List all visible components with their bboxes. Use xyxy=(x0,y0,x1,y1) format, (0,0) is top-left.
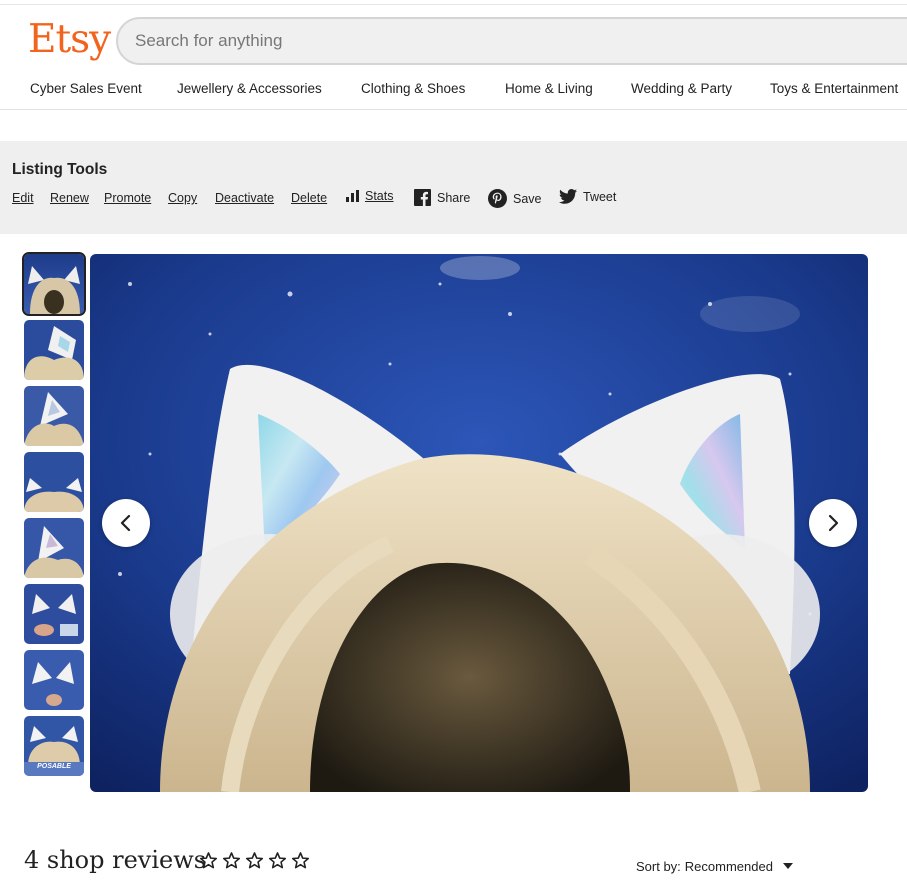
pinterest-icon xyxy=(488,189,507,208)
share-button[interactable]: Share xyxy=(414,189,470,206)
thumbnail-6[interactable] xyxy=(24,584,84,644)
star-empty-icon xyxy=(199,852,218,869)
star-empty-icon xyxy=(291,852,310,869)
nav-item-clothing[interactable]: Clothing & Shoes xyxy=(361,81,465,96)
caret-down-icon xyxy=(782,863,793,869)
thumbnail-7[interactable] xyxy=(24,650,84,710)
thumbnail-8[interactable]: POSABLE xyxy=(24,716,84,776)
nav-item-toys[interactable]: Toys & Entertainment xyxy=(770,81,898,96)
listing-tools-title: Listing Tools xyxy=(12,161,108,178)
next-image-button[interactable] xyxy=(809,499,857,547)
thumbnail-caption: POSABLE xyxy=(37,763,71,770)
thumbnail-5[interactable] xyxy=(24,518,84,578)
stats-label: Stats xyxy=(365,189,394,203)
sort-value: Recommended xyxy=(684,859,773,874)
listing-tools-panel: Listing Tools Edit Renew Promote Copy De… xyxy=(0,141,907,234)
previous-image-button[interactable] xyxy=(102,499,150,547)
thumbnail-4[interactable] xyxy=(24,452,84,512)
tweet-button[interactable]: Tweet xyxy=(559,189,616,204)
nav-item-home-living[interactable]: Home & Living xyxy=(505,81,593,96)
sort-label: Sort by: xyxy=(636,859,681,874)
etsy-logo[interactable]: Etsy xyxy=(28,16,111,64)
thumbnail-3[interactable] xyxy=(24,386,84,446)
star-empty-icon xyxy=(245,852,264,869)
chevron-left-icon xyxy=(120,514,131,532)
search-bar[interactable] xyxy=(116,17,907,65)
chevron-right-icon xyxy=(828,514,839,532)
star-empty-icon xyxy=(222,852,241,869)
tweet-label: Tweet xyxy=(583,189,617,204)
main-product-image[interactable] xyxy=(90,254,868,792)
stats-link[interactable]: Stats xyxy=(346,189,394,203)
thumbnail-1[interactable] xyxy=(22,252,86,316)
rating-stars xyxy=(199,851,310,870)
promote-link[interactable]: Promote xyxy=(104,191,151,205)
twitter-icon xyxy=(559,189,577,204)
bar-chart-icon xyxy=(346,190,359,202)
nav-item-cyber-sales[interactable]: Cyber Sales Event xyxy=(30,81,142,96)
share-label: Share xyxy=(437,190,471,205)
category-nav: Cyber Sales Event Jewellery & Accessorie… xyxy=(0,73,907,110)
delete-link[interactable]: Delete xyxy=(291,191,327,205)
save-label: Save xyxy=(513,191,542,206)
copy-link[interactable]: Copy xyxy=(168,191,197,205)
cat-ears-photo xyxy=(90,254,868,792)
nav-item-jewellery[interactable]: Jewellery & Accessories xyxy=(177,81,322,96)
star-empty-icon xyxy=(268,852,287,869)
thumbnail-2[interactable] xyxy=(24,320,84,380)
edit-link[interactable]: Edit xyxy=(12,191,34,205)
search-input[interactable] xyxy=(118,19,907,63)
shop-reviews-title: 4 shop reviews xyxy=(24,846,207,874)
facebook-icon xyxy=(414,189,431,206)
top-border xyxy=(0,4,907,5)
deactivate-link[interactable]: Deactivate xyxy=(215,191,274,205)
renew-link[interactable]: Renew xyxy=(50,191,89,205)
save-button[interactable]: Save xyxy=(488,189,542,208)
sort-dropdown[interactable]: Sort by: Recommended xyxy=(636,859,793,874)
nav-item-wedding-party[interactable]: Wedding & Party xyxy=(631,81,732,96)
